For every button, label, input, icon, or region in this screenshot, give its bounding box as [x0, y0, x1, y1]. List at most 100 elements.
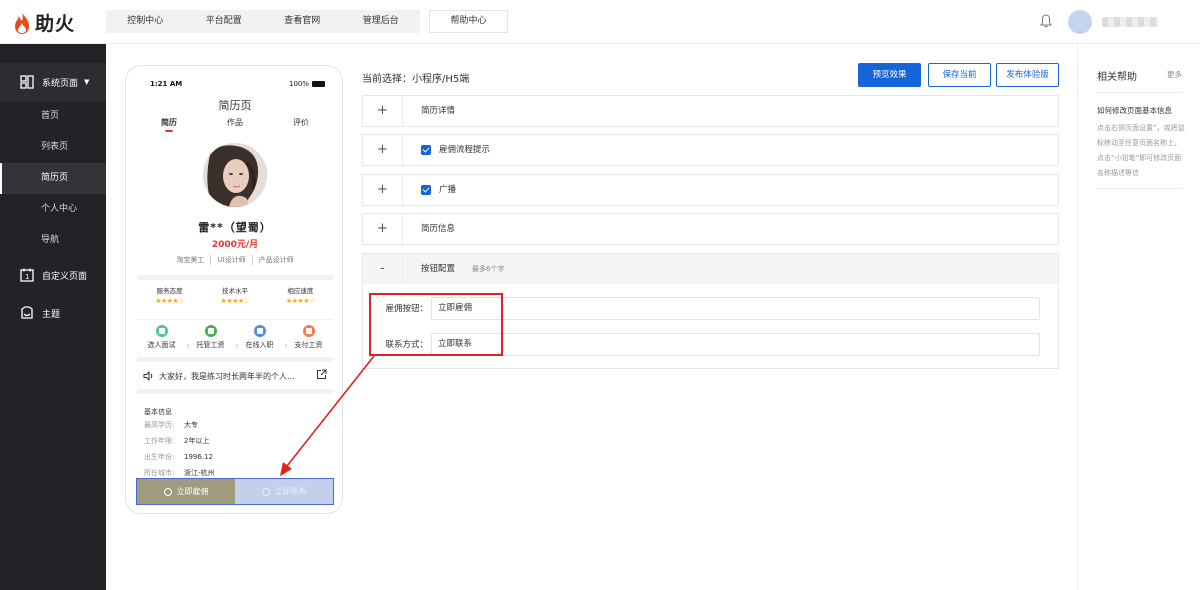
tab-indicator	[165, 130, 173, 132]
divider	[137, 275, 333, 280]
hire-button-input[interactable]: 立即雇佣	[431, 296, 1040, 320]
button-label: 立即联系	[274, 487, 307, 496]
help-more-link[interactable]: 更多	[1167, 69, 1182, 80]
help-answer: 点击右侧页面设置”，或将鼠标移动至任意页面名称上，点击“小铅笔”即可修改页面名称…	[1097, 124, 1185, 177]
hire-now-button[interactable]: 立即雇佣	[137, 479, 235, 504]
tab-resume[interactable]: 简历	[161, 117, 177, 128]
calendar-icon: 1	[20, 268, 34, 282]
checkbox[interactable]	[421, 145, 431, 155]
brand-name: 助火	[35, 13, 76, 35]
status-bar: 1:21 AM 100%	[137, 75, 333, 93]
external-link-icon[interactable]	[316, 369, 327, 380]
sidebar-item-home[interactable]: 首页	[0, 101, 106, 132]
status-battery-text: 100%	[288, 80, 309, 88]
help-question[interactable]: 如何修改页面基本信息	[1097, 105, 1172, 116]
flame-icon	[15, 11, 29, 34]
speaker-icon	[143, 371, 153, 381]
panel-label: 简历信息	[421, 224, 456, 234]
panel-label: 雇佣流程提示	[439, 145, 491, 155]
button-label: 立即雇佣	[176, 487, 209, 496]
contact-now-button[interactable]: 立即联系	[235, 479, 333, 504]
divider	[137, 389, 333, 394]
expand-icon[interactable]: +	[363, 135, 403, 165]
step-label: 在线入职	[245, 341, 274, 349]
divider	[137, 357, 333, 362]
publish-button[interactable]: 发布体验版	[996, 63, 1059, 87]
caret-down-icon: ▼	[84, 78, 90, 86]
contact-input[interactable]: 立即联系	[431, 332, 1040, 356]
phone-page-title: 简历页	[218, 99, 252, 112]
info-key: 工作年限:	[144, 437, 175, 445]
expand-icon[interactable]: +	[363, 175, 403, 205]
hire-process-steps: 选人面试 › 托管工资 › 在线入职 › 支付工资	[137, 319, 333, 355]
profile-photo	[203, 143, 267, 207]
panel-label: 简历详情	[421, 106, 456, 116]
username-blurred[interactable]	[1102, 17, 1158, 27]
candidate-name: 雷**（望蜀）	[198, 221, 272, 234]
info-value: 2年以上	[184, 437, 210, 445]
user-icon	[155, 325, 168, 337]
nav-help-center[interactable]: 帮助中心	[429, 10, 508, 33]
top-bar: 助火 控制中心 平台配置 查看官网 管理后台 帮助中心	[0, 0, 1200, 44]
panel-broadcast[interactable]: + 广播	[362, 174, 1059, 206]
checkbox[interactable]	[421, 185, 431, 195]
nav-official-site[interactable]: 查看官网	[263, 10, 342, 33]
candidate-salary: 2000元/月	[211, 240, 259, 250]
panel-hire-process[interactable]: + 雇佣流程提示	[362, 134, 1059, 166]
broadcast-bar[interactable]: 大家好，我是练习时长两年半的个人...	[137, 363, 333, 389]
status-time: 1:21 AM	[150, 80, 183, 88]
top-nav: 控制中心 平台配置 查看官网 管理后台	[106, 10, 420, 33]
expand-icon[interactable]: +	[363, 96, 403, 126]
tag: 产品设计师	[251, 255, 300, 265]
theme-icon	[21, 306, 33, 319]
sidebar-item-profile[interactable]: 个人中心	[0, 194, 106, 225]
info-key: 最高学历:	[144, 421, 175, 429]
bell-icon[interactable]	[1040, 14, 1052, 28]
tag: 淘宝美工	[176, 256, 205, 264]
sidebar-item-resume[interactable]: 简历页	[0, 163, 106, 194]
step-interview: 选人面试 ›	[137, 320, 190, 355]
divider	[1096, 92, 1182, 93]
tag: UI设计师	[210, 255, 251, 265]
panel-button-config[interactable]: - 按钮配置 最多6个字	[362, 253, 1059, 285]
user-avatar[interactable]	[1068, 10, 1092, 34]
svg-text:1: 1	[25, 273, 29, 281]
sidebar-group-label: 系统页面	[42, 78, 79, 89]
panel-hint: 最多6个字	[472, 265, 505, 273]
ratings: 服务态度 ★★★★☆ 技术水平 ★★★★☆ 相应速度 ★★★★☆	[137, 285, 333, 305]
nav-platform-config[interactable]: 平台配置	[185, 10, 264, 33]
rating-label: 技术水平	[221, 287, 248, 295]
panel-resume-info[interactable]: + 简历信息	[362, 213, 1059, 245]
tab-reviews[interactable]: 评价	[293, 117, 309, 128]
help-title: 相关帮助	[1097, 72, 1137, 83]
sidebar-group-theme[interactable]: 主题	[0, 294, 106, 332]
preview-button[interactable]: 预览效果	[858, 63, 921, 87]
sidebar: 系统页面 ▼ 首页 列表页 简历页 个人中心 导航 1 自定义页面 主题	[0, 44, 106, 590]
sidebar-group-custom-pages[interactable]: 1 自定义页面	[0, 256, 106, 294]
info-value: 1996.12	[184, 453, 213, 461]
step-pay: 支付工资	[284, 320, 333, 355]
sidebar-group-system-pages[interactable]: 系统页面 ▼	[0, 63, 106, 101]
nav-control-center[interactable]: 控制中心	[106, 10, 185, 33]
rating-skill: 技术水平 ★★★★☆	[202, 285, 267, 305]
star-icon: ★★★★☆	[285, 297, 315, 305]
sidebar-item-nav[interactable]: 导航	[0, 225, 106, 256]
star-icon: ★★★★☆	[155, 297, 185, 305]
collapse-icon[interactable]: -	[363, 254, 403, 284]
tab-works[interactable]: 作品	[227, 117, 243, 128]
step-onboard: 在线入职 ›	[235, 320, 288, 355]
nav-admin[interactable]: 管理后台	[342, 10, 421, 33]
phone-action-buttons: 立即雇佣 立即联系	[136, 478, 334, 505]
panel-resume-detail[interactable]: + 简历详情	[362, 95, 1059, 127]
expand-icon[interactable]: +	[363, 214, 403, 244]
save-button[interactable]: 保存当前	[928, 63, 991, 87]
rating-label: 相应速度	[287, 287, 314, 295]
chat-icon	[261, 487, 270, 496]
step-label: 托管工资	[196, 341, 225, 349]
rating-service: 服务态度 ★★★★☆	[137, 285, 202, 305]
sidebar-item-list[interactable]: 列表页	[0, 132, 106, 163]
info-value: 大专	[184, 421, 198, 429]
phone-tabs: 简历 作品 评价	[137, 117, 333, 133]
step-label: 支付工资	[294, 341, 323, 349]
logo[interactable]: 助火	[12, 9, 75, 36]
